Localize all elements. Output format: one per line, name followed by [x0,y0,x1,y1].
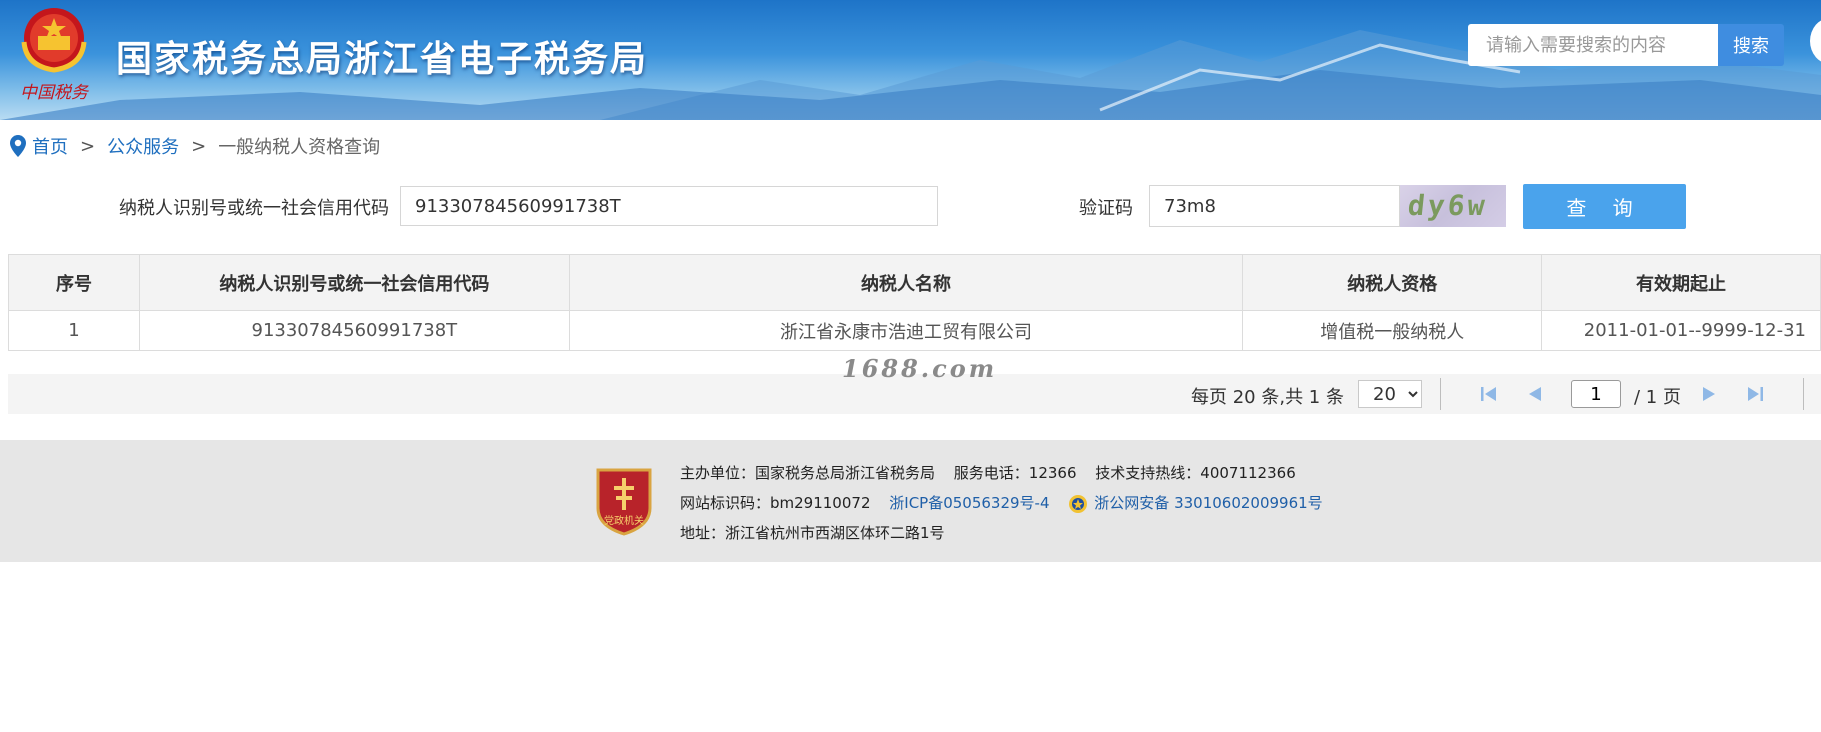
footer-icp-link[interactable]: 浙ICP备05056329号-4 [889,494,1049,512]
cell-validity: 2011-01-01--9999-12-31 [1541,310,1821,351]
cell-taxpayer-name: 浙江省永康市浩迪工贸有限公司 [568,310,1244,351]
svg-text:中国税务: 中国税务 [20,83,90,103]
pagination-info: 每页 20 条,共 1 条 [1191,387,1344,408]
captcha-input[interactable] [1149,185,1400,227]
prev-page-icon[interactable] [1524,384,1546,404]
cell-qualification: 增值税一般纳税人 [1242,310,1543,351]
footer-line-host: 主办单位：国家税务总局浙江省税务局 服务电话：12366 技术支持热线：4007… [680,462,1296,483]
footer-site-id: 网站标识码：bm29110072 [680,494,871,512]
breadcrumb-current-page: 一般纳税人资格查询 [218,137,381,158]
first-page-icon[interactable] [1478,384,1500,404]
svg-text:党政机关: 党政机关 [604,514,644,527]
breadcrumb-public-service-link[interactable]: 公众服务 [107,133,179,159]
party-government-badge-icon: 党政机关 [596,468,652,536]
cell-taxpayer-id: 91330784560991738T [138,310,570,351]
column-header-taxpayer-id: 纳税人识别号或统一社会信用代码 [138,254,570,311]
cell-serial: 1 [8,310,140,351]
footer-address: 地址：浙江省杭州市西湖区体环二路1号 [680,524,945,542]
national-emblem-icon: 中国税务 [20,8,90,103]
location-pin-icon [10,135,26,157]
site-footer: 党政机关 主办单位：国家税务总局浙江省税务局 服务电话：12366 技术支持热线… [0,440,1821,562]
footer-line-address: 地址：浙江省杭州市西湖区体环二路1号 [680,522,945,543]
breadcrumb-separator: > [80,135,96,157]
footer-phone: 服务电话：12366 [953,464,1077,482]
current-page-input[interactable] [1571,380,1621,408]
site-header: 中国税务 国家税务总局浙江省电子税务局 搜索 [0,0,1821,120]
table-header-row: 序号 纳税人识别号或统一社会信用代码 纳税人名称 纳税人资格 有效期起止 [8,254,1821,311]
captcha-label: 验证码 [1079,198,1133,219]
taxpayer-id-label: 纳税人识别号或统一社会信用代码 [119,198,389,219]
footer-line-registration: 网站标识码：bm29110072 浙ICP备05056329号-4 浙公网安备 … [680,492,1323,515]
last-page-icon[interactable] [1744,384,1766,404]
watermark: 1688.com [842,354,998,383]
result-table: 序号 纳税人识别号或统一社会信用代码 纳税人名称 纳税人资格 有效期起止 1 9… [8,254,1821,351]
breadcrumb-home-link[interactable]: 首页 [32,133,68,159]
site-search-button[interactable]: 搜索 [1718,24,1784,66]
site-search-input[interactable] [1468,24,1718,66]
breadcrumb-separator: > [191,135,207,157]
footer-host: 主办单位：国家税务总局浙江省税务局 [680,464,936,482]
footer-hotline: 技术支持热线：4007112366 [1095,464,1296,482]
captcha-image[interactable]: dy6w [1400,185,1506,227]
column-header-serial: 序号 [8,254,140,311]
table-row: 1 91330784560991738T 浙江省永康市浩迪工贸有限公司 增值税一… [8,310,1821,351]
next-page-icon[interactable] [1698,384,1720,404]
captcha-image-text: dy6w [1406,189,1490,222]
column-header-qualification: 纳税人资格 [1242,254,1543,311]
footer-police-record-link[interactable]: 浙公网安备 33010602009961号 [1094,494,1322,512]
taxpayer-id-input[interactable] [400,186,938,226]
query-button[interactable]: 查 询 [1523,184,1686,229]
total-pages: / 1 页 [1634,387,1681,408]
page-size-select[interactable]: 20 [1358,380,1422,408]
column-header-validity: 有效期起止 [1541,254,1821,311]
pagination-divider [1440,378,1441,410]
breadcrumb: 首页 > 公众服务 > 一般纳税人资格查询 [10,134,380,158]
pagination-divider [1803,378,1804,410]
column-header-taxpayer-name: 纳税人名称 [568,254,1244,311]
site-title: 国家税务总局浙江省电子税务局 [116,39,649,80]
police-emblem-icon [1069,494,1088,513]
